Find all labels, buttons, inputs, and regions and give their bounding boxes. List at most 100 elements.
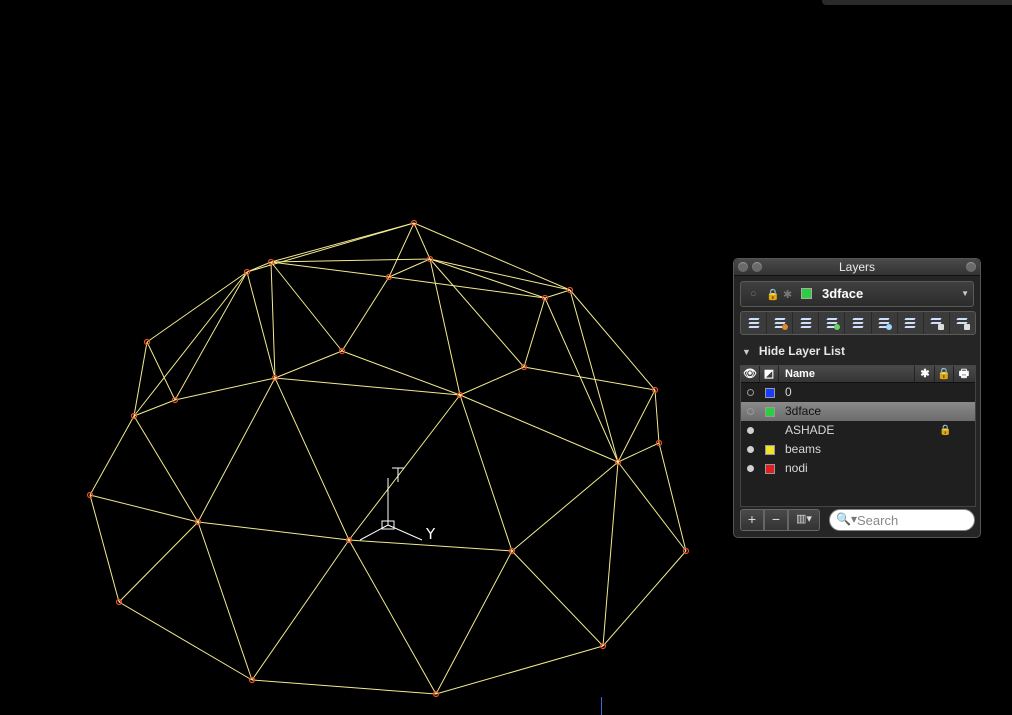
layer-color-swatch[interactable] [765,388,775,398]
layer-row[interactable]: 0 [741,383,975,402]
beam-edge[interactable] [274,377,461,396]
beam-edge[interactable] [270,261,276,379]
print-column-icon[interactable]: 🖶 [954,366,974,382]
current-layer-dropdown[interactable]: ○ 🔒 ✱ 3dface ▼ [740,281,974,307]
freeze-column-icon[interactable]: ✱ [916,366,935,382]
color-column-icon[interactable]: ◩ [760,366,779,382]
beam-edge[interactable] [146,341,176,401]
beam-edge[interactable] [197,521,253,681]
minimize-button[interactable] [752,262,762,272]
beam-edge[interactable] [544,289,571,299]
match-layer-button[interactable] [845,312,872,334]
layer-row[interactable]: 3dface [741,402,975,421]
layer-list[interactable]: 👁 ◩ Name ✱ 🔒 🖶 0 3dface ASHADE 🔒 beams nodi [740,365,976,507]
beam-edge[interactable] [197,521,350,541]
beam-edge[interactable] [459,366,525,396]
layer-row[interactable]: nodi [741,459,975,478]
visibility-toggle-icon[interactable] [747,446,754,453]
beam-edge[interactable] [435,645,604,695]
lock-icon: 🔒 [766,289,780,301]
beam-edge[interactable] [511,550,604,647]
visibility-toggle-icon[interactable] [747,465,754,472]
beam-edge[interactable] [174,377,276,401]
beam-edge[interactable] [617,442,660,463]
lock-column-icon[interactable]: 🔒 [935,366,954,382]
beam-edge[interactable] [133,271,248,417]
beam-edge[interactable] [617,389,656,463]
layer-color-swatch[interactable] [765,464,775,474]
name-column-header[interactable]: Name [779,366,915,382]
beam-edge[interactable] [246,271,276,379]
beam-edge[interactable] [341,350,461,396]
beam-edge[interactable] [133,415,199,523]
hide-layer-list-toggle[interactable]: ▼ Hide Layer List [742,344,845,358]
unlock-layer-button[interactable] [950,312,975,334]
beam-edge[interactable] [511,461,619,552]
beam-edge[interactable] [429,258,461,396]
beam-edge[interactable] [174,271,248,401]
beam-edge[interactable] [118,601,253,681]
beam-edge[interactable] [274,350,343,379]
beam-edge[interactable] [348,539,437,695]
beam-edge[interactable] [89,415,135,496]
lock-layer-button[interactable] [924,312,950,334]
remove-layer-button[interactable]: − [764,509,788,531]
layer-color-swatch[interactable] [765,407,775,417]
new-layer-button[interactable] [741,312,768,334]
add-layer-button[interactable]: + [740,509,764,531]
beam-edge[interactable] [274,377,350,541]
beam-edge[interactable] [388,222,415,278]
beam-edge[interactable] [523,297,546,368]
layer-name: beams [785,442,822,456]
beam-edge[interactable] [459,394,619,463]
beam-edge[interactable] [133,341,148,417]
beam-edge[interactable] [602,550,687,647]
beam-edge[interactable] [251,679,437,695]
beam-edge[interactable] [348,394,461,541]
visibility-toggle-icon[interactable] [747,427,754,434]
beam-edge[interactable] [146,271,248,343]
set-current-button[interactable] [819,312,846,334]
zoom-button[interactable] [966,262,976,272]
beam-edge[interactable] [89,494,199,523]
layer-name: nodi [785,461,808,475]
beam-edge[interactable] [388,258,431,278]
columns-menu-button[interactable]: ▥▾ [788,509,820,531]
layer-search[interactable]: 🔍▾ Search [829,509,975,531]
visibility-column-icon[interactable]: 👁 [741,366,760,382]
layers-palette[interactable]: Layers ○ 🔒 ✱ 3dface ▼ ▼ Hide Layer List 👁… [733,258,981,538]
beam-edge[interactable] [658,442,687,552]
layers-title: Layers [838,260,876,274]
layer-row[interactable]: ASHADE 🔒 [741,421,975,440]
beam-edge[interactable] [388,276,546,299]
layers-titlebar[interactable]: Layers [734,259,980,276]
close-button[interactable] [738,262,748,272]
beam-edge[interactable] [341,276,390,352]
beam-edge[interactable] [89,494,120,603]
beam-edge[interactable] [569,289,656,391]
beam-edge[interactable] [118,521,199,603]
freeze-layer-button[interactable] [872,312,898,334]
beam-edge[interactable] [459,394,513,552]
layer-state-button[interactable] [767,312,794,334]
beam-edge[interactable] [654,389,660,444]
beam-edge[interactable] [617,461,687,552]
isolate-layer-button[interactable] [898,312,924,334]
beam-edge[interactable] [197,377,276,523]
layer-color-swatch[interactable] [765,445,775,455]
beam-edge[interactable] [544,297,619,463]
freeze-icon: ✱ [783,289,793,301]
beam-edge[interactable] [270,258,431,263]
visibility-toggle-icon[interactable] [747,408,754,415]
beam-edge[interactable] [435,550,513,695]
beam-edge[interactable] [602,461,619,647]
beam-edge[interactable] [270,261,390,278]
beam-edge[interactable] [523,366,656,391]
visibility-toggle-icon[interactable] [747,389,754,396]
beam-edge[interactable] [270,261,343,352]
lock-icon[interactable]: 🔒 [939,421,951,440]
beam-edge[interactable] [246,261,272,273]
previous-layer-button[interactable] [793,312,820,334]
layer-row[interactable]: beams [741,440,975,459]
beam-edge[interactable] [251,539,350,681]
